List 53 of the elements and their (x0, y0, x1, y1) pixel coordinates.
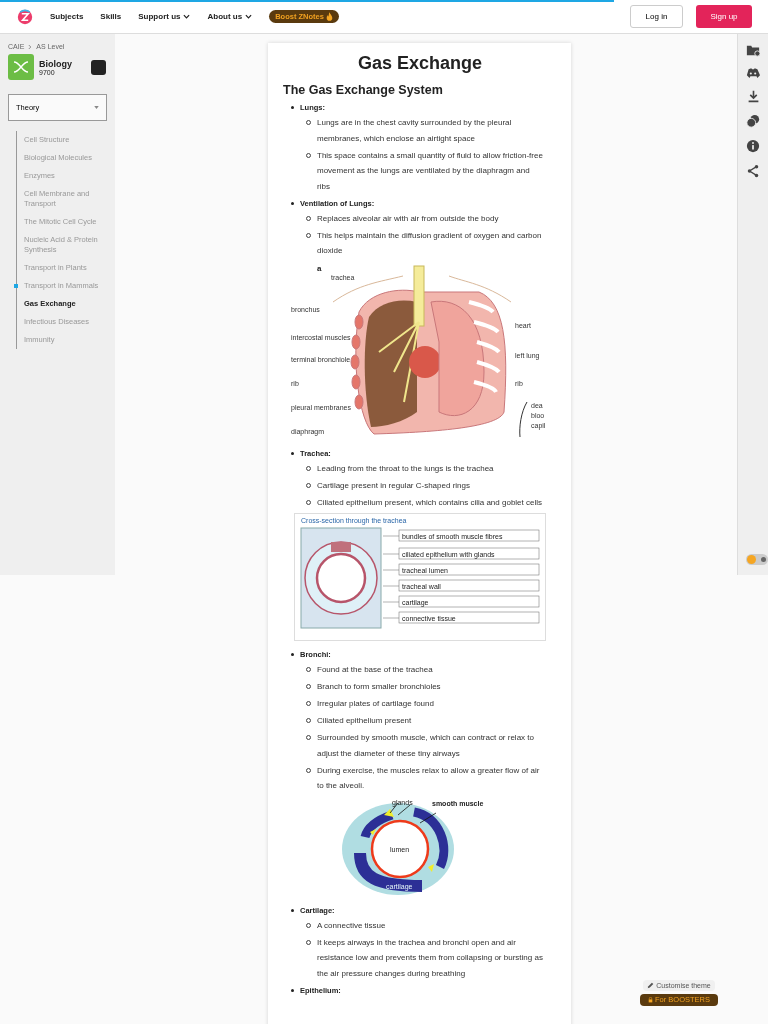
leader-line (382, 585, 400, 587)
signup-button[interactable]: Sign up (696, 5, 752, 28)
login-button[interactable]: Log in (630, 5, 683, 28)
leader-line (382, 601, 400, 603)
breadcrumb-separator-icon (28, 43, 33, 50)
download-icon[interactable] (746, 90, 760, 103)
point-text: Branch to form smaller bronchioles (317, 681, 441, 693)
point-text: Irregular plates of cartilage found (317, 698, 434, 710)
bullet-icon (291, 451, 294, 455)
theme-toggle[interactable] (746, 554, 768, 565)
chevron-down-icon (245, 14, 253, 19)
point-text: This helps maintain the diffusion gradient of oxygen and carbon dioxide (317, 229, 543, 257)
point-text: Found at the base of the trachea (317, 664, 433, 676)
nav-link[interactable]: Skills (100, 12, 122, 21)
leader-line (382, 617, 400, 619)
section-heading: The Gas Exchange System (283, 83, 444, 97)
figure-letter: a (317, 263, 322, 273)
subject-name: Biology (39, 58, 73, 69)
logo-icon[interactable] (17, 8, 33, 25)
bullet-icon (291, 908, 294, 912)
point-text: This space contains a small quantity of fluid to allow friction-free movement as the lungs are ventilated by the diaphragm and ribs (317, 149, 543, 193)
chat-bubbles-icon[interactable] (746, 114, 760, 128)
point-text: Leading from the throat to the lungs is the trachea (317, 462, 494, 475)
leader-line (382, 553, 400, 555)
point-text: Lungs are in the chest cavity surrounded by the pleural membranes, which enclose an airtight space (317, 117, 513, 145)
square-icon[interactable] (91, 59, 106, 75)
leader-line (382, 535, 400, 537)
point-text: Ciliated epithelium present, which contains cilia and goblet cells (317, 496, 542, 509)
point-text: Surrounded by smooth muscle, which can contract or relax to adjust the diameter of these tiny airways (317, 732, 535, 760)
share-icon[interactable] (746, 164, 760, 178)
nav-link[interactable]: Support us (138, 12, 191, 21)
nav-link[interactable]: Subjects (50, 12, 84, 21)
nav-link[interactable]: About us (207, 12, 253, 21)
bullet-icon (291, 653, 294, 656)
chat-logo-icon[interactable] (746, 68, 760, 79)
info-icon[interactable] (746, 139, 760, 153)
point-text: Replaces alveolar air with air from outside the body (317, 212, 499, 225)
point-text: Cartilage present in regular C-shaped rings (317, 479, 470, 492)
flame-icon (325, 12, 333, 21)
chevron-down-icon (183, 14, 191, 19)
bullet-icon (291, 106, 294, 109)
folder-plus-icon[interactable] (746, 43, 760, 57)
leader-line (382, 569, 400, 571)
point-text: It keeps airways in the trachea and bronchi open and air resistance low and prevents them from collapsing or bursting as the air pressure changes during breathing (317, 936, 543, 980)
point-text: During exercise, the muscles relax to allow a greater flow of air to the alveoli. (317, 764, 541, 792)
point-text: A connective tissue (317, 919, 386, 932)
lock-icon (648, 997, 653, 1003)
point-text: Ciliated epithelium present (317, 715, 412, 727)
article-title: Gas Exchange (356, 53, 484, 74)
bullet-icon (291, 201, 294, 205)
bullet-icon (291, 988, 294, 992)
caret-icon (94, 106, 99, 109)
pencil-icon (647, 982, 655, 989)
